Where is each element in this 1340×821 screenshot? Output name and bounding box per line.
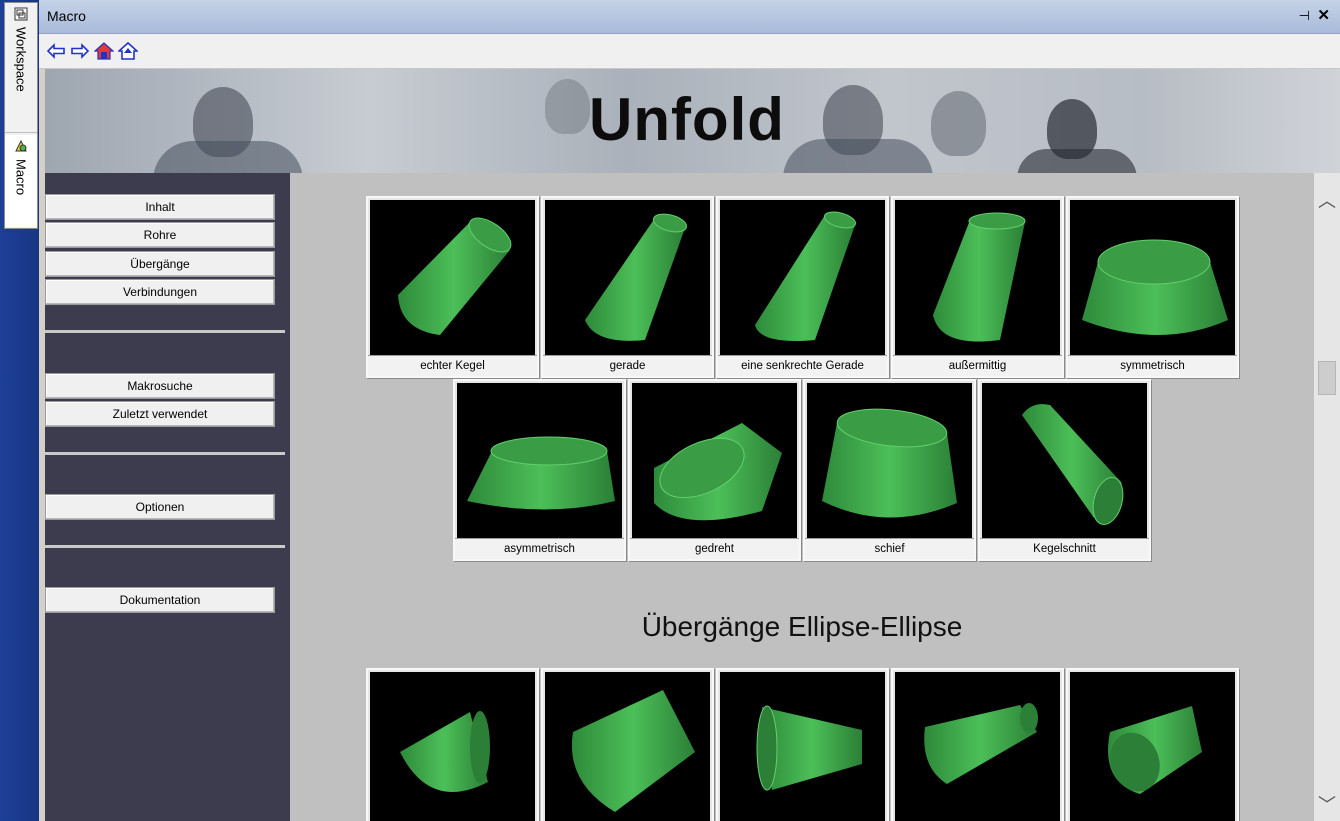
gallery-card-ellipse-1[interactable] (366, 668, 539, 821)
nav-optionen-button[interactable]: Optionen (45, 494, 275, 520)
cone-thumbnail (982, 383, 1147, 540)
side-panel-strip: Workspace Macro (0, 0, 39, 821)
gallery-card-symmetrisch[interactable]: symmetrisch (1066, 196, 1239, 378)
cone-thumbnail (895, 200, 1060, 357)
nav-verbindungen-button[interactable]: Verbindungen (45, 279, 275, 305)
cone-thumbnail (632, 383, 797, 540)
nav-rohre-button[interactable]: Rohre (45, 222, 275, 248)
tab-macro[interactable]: Macro (5, 135, 37, 227)
gallery-card-ellipse-4[interactable] (891, 668, 1064, 821)
banner: Unfold (45, 69, 1340, 173)
card-label: gedreht (630, 538, 799, 559)
card-label: gerade (543, 355, 712, 376)
banner-title: Unfold (589, 86, 785, 153)
macro-window: Macro ⊣ ✕ Unfold Inhalt Rohre Übergänge … (39, 0, 1340, 821)
cone-thumbnail (545, 200, 710, 357)
gallery-card-gedreht[interactable]: gedreht (628, 379, 801, 561)
gallery-card-schief[interactable]: schief (803, 379, 976, 561)
nav-uebergaenge-button[interactable]: Übergänge (45, 251, 275, 277)
browser-toolbar (39, 34, 1340, 69)
gallery-card-senkrechte-gerade[interactable]: eine senkrechte Gerade (716, 196, 889, 378)
home-icon[interactable] (94, 41, 114, 61)
forward-arrow-icon[interactable] (70, 41, 90, 61)
gallery-card-echter-kegel[interactable]: echter Kegel (366, 196, 539, 378)
tab-workspace[interactable]: Workspace (5, 3, 37, 133)
nav-zuletzt-verwendet-button[interactable]: Zuletzt verwendet (45, 401, 275, 427)
pin-icon[interactable]: ⊣ (1299, 8, 1310, 24)
cone-thumbnail (457, 383, 622, 540)
gallery-card-gerade[interactable]: gerade (541, 196, 714, 378)
chevron-up-icon[interactable]: ︿ (1314, 187, 1340, 211)
chevron-down-icon[interactable]: ﹀ (1314, 791, 1340, 815)
window-title: Macro (47, 8, 86, 24)
left-navigation: Inhalt Rohre Übergänge Verbindungen Makr… (45, 173, 290, 821)
nav-divider (45, 330, 285, 333)
workspace-icon (14, 7, 28, 21)
section-heading: Übergänge Ellipse-Ellipse (641, 611, 963, 642)
card-label: außermittig (893, 355, 1062, 376)
cone-thumbnail (807, 383, 972, 540)
cone-thumbnail (1070, 672, 1235, 821)
tab-workspace-label: Workspace (13, 27, 29, 92)
card-label: schief (805, 538, 974, 559)
tab-macro-label: Macro (13, 159, 29, 196)
nav-inhalt-button[interactable]: Inhalt (45, 194, 275, 220)
cone-thumbnail (1070, 200, 1235, 357)
window-titlebar: Macro ⊣ ✕ (39, 0, 1340, 34)
gallery-card-aussermittig[interactable]: außermittig (891, 196, 1064, 378)
cone-thumbnail (370, 200, 535, 357)
gallery-card-kegelschnitt[interactable]: Kegelschnitt (978, 379, 1151, 561)
cone-thumbnail (720, 672, 885, 821)
macro-icon (15, 139, 27, 152)
nav-divider (45, 452, 285, 455)
macro-gallery: echter Kegel gerade eine senkrechte Gera… (290, 173, 1314, 821)
gallery-card-ellipse-5[interactable] (1066, 668, 1239, 821)
cone-thumbnail (545, 672, 710, 821)
card-label: echter Kegel (368, 355, 537, 376)
nav-dokumentation-button[interactable]: Dokumentation (45, 587, 275, 613)
home-up-icon[interactable] (118, 41, 138, 61)
card-label: eine senkrechte Gerade (718, 355, 887, 376)
gallery-card-asymmetrisch[interactable]: asymmetrisch (453, 379, 626, 561)
cone-thumbnail (895, 672, 1060, 821)
card-label: Kegelschnitt (980, 538, 1149, 559)
card-label: symmetrisch (1068, 355, 1237, 376)
nav-makrosuche-button[interactable]: Makrosuche (45, 373, 275, 399)
gallery-card-ellipse-2[interactable] (541, 668, 714, 821)
gallery-card-ellipse-3[interactable] (716, 668, 889, 821)
cone-thumbnail (370, 672, 535, 821)
nav-divider (45, 545, 285, 548)
close-icon[interactable]: ✕ (1317, 6, 1330, 24)
vertical-scrollbar[interactable]: ︿ ﹀ (1314, 173, 1340, 821)
cone-thumbnail (720, 200, 885, 357)
card-label: asymmetrisch (455, 538, 624, 559)
scroll-thumb[interactable] (1318, 361, 1336, 395)
side-tab-container: Workspace Macro (4, 2, 38, 229)
back-arrow-icon[interactable] (46, 41, 66, 61)
